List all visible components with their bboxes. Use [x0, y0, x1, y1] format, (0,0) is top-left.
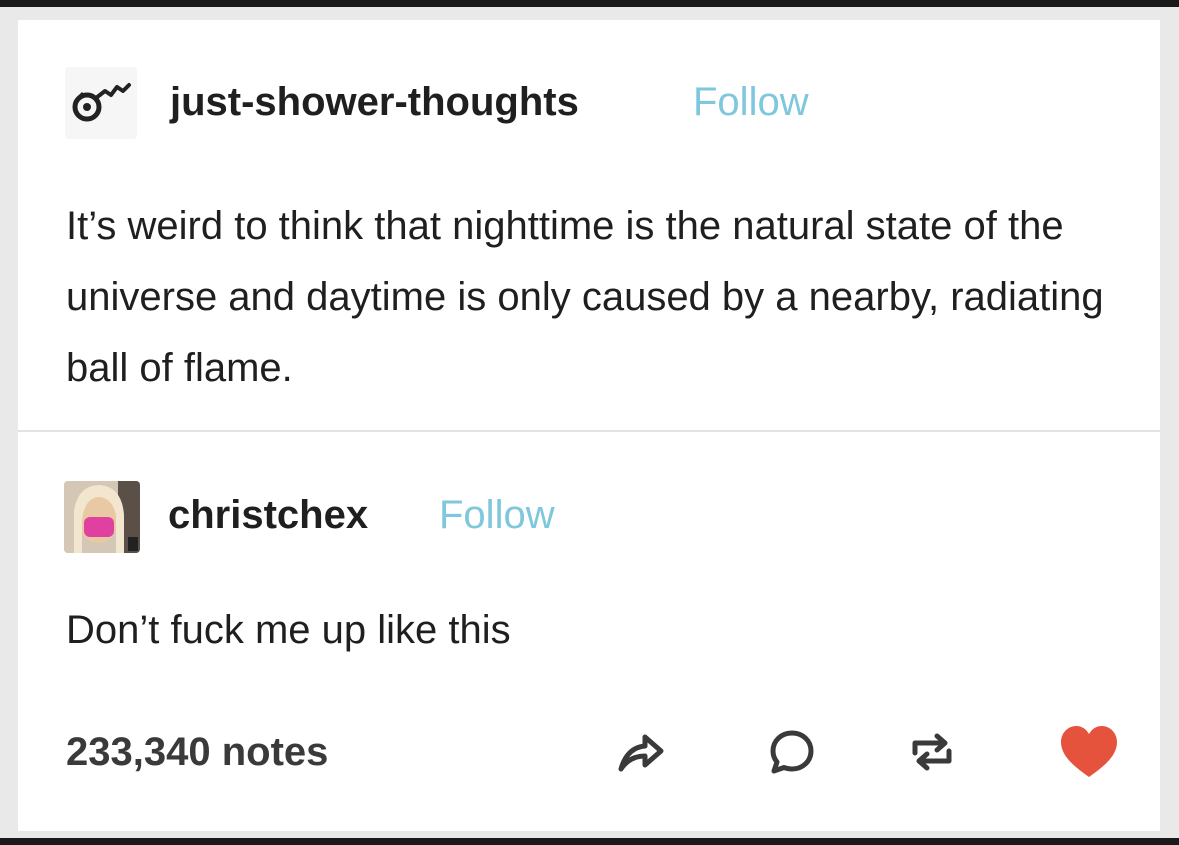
- username[interactable]: just-shower-thoughts: [170, 80, 579, 125]
- post-card: just-shower-thoughts Follow It’s weird t…: [18, 20, 1160, 831]
- reply-body: Don’t fuck me up like this: [66, 608, 511, 652]
- top-border: [0, 0, 1179, 7]
- share-icon[interactable]: [615, 725, 669, 779]
- avatar[interactable]: [65, 67, 137, 139]
- profile-photo: [64, 481, 140, 553]
- bottom-border: [0, 838, 1179, 845]
- follow-button[interactable]: Follow: [693, 80, 809, 125]
- reblog-icon[interactable]: [905, 725, 959, 779]
- divider: [18, 430, 1160, 432]
- comment-icon[interactable]: [765, 725, 819, 779]
- notes-count[interactable]: 233,340 notes: [66, 730, 328, 775]
- post-body: It’s weird to think that nighttime is th…: [66, 204, 1104, 390]
- username[interactable]: christchex: [168, 493, 368, 538]
- follow-button[interactable]: Follow: [439, 493, 555, 538]
- avatar[interactable]: [64, 481, 140, 553]
- heart-icon[interactable]: [1058, 723, 1120, 781]
- shower-head-icon: [72, 83, 131, 122]
